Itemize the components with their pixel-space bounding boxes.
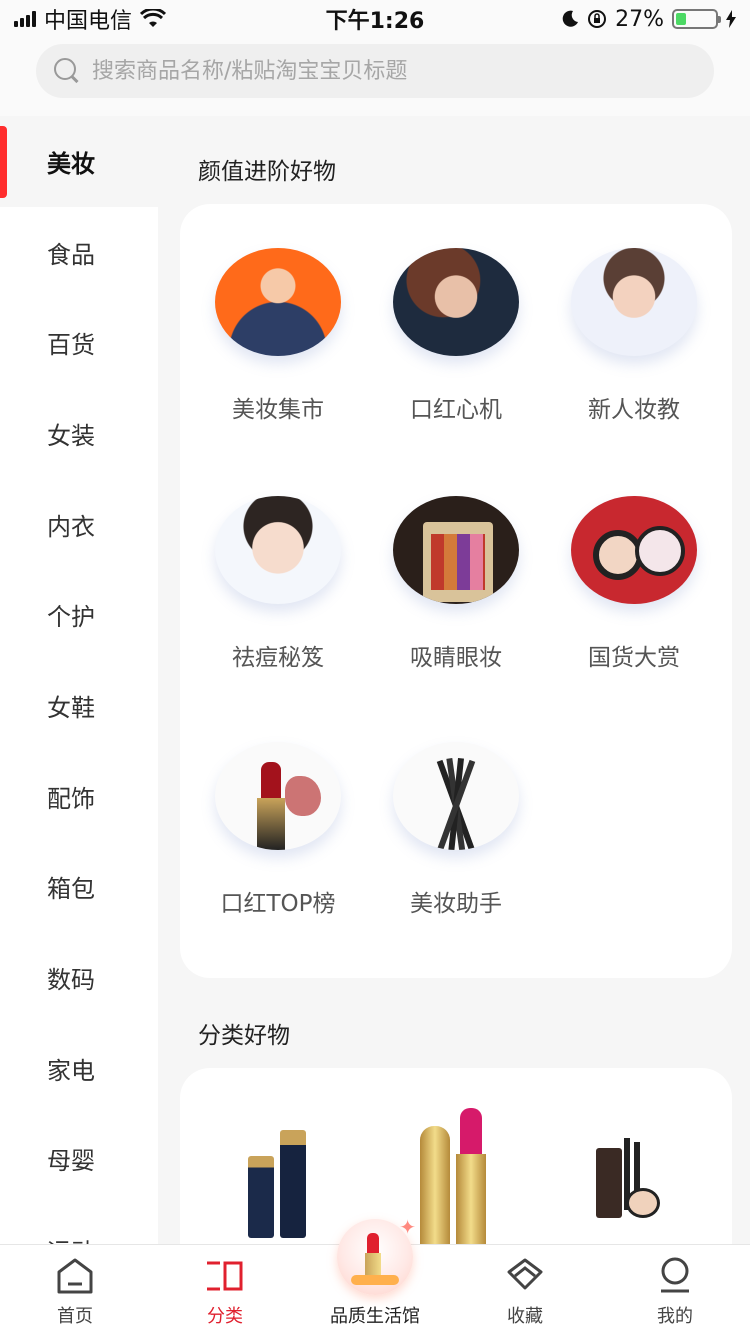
moon-icon <box>562 10 579 27</box>
featured-item-label: 吸睛眼妆 <box>410 645 502 671</box>
sidebar-item-accessories[interactable]: 配饰 <box>0 751 158 842</box>
sidebar-item-baby[interactable]: 母婴 <box>0 1114 158 1205</box>
sidebar-item-beauty[interactable]: 美妆 <box>0 116 158 207</box>
battery-percent: 27% <box>615 6 664 32</box>
bottom-tab-bar: 首页 分类 ✦ 品质生活馆 收藏 我的 <box>0 1215 750 1334</box>
makeup-kit-image[interactable] <box>596 1138 676 1228</box>
sidebar-item-underwear[interactable]: 内衣 <box>0 479 158 570</box>
sidebar-item-label: 女鞋 <box>47 693 95 722</box>
sidebar-item-label: 家电 <box>47 1056 95 1085</box>
featured-item-label: 祛痘秘笈 <box>232 645 324 671</box>
tab-label: 品质生活馆 <box>330 1306 420 1327</box>
gold-lipsticks-image[interactable] <box>416 1108 496 1244</box>
beginner-tutorial-image <box>571 248 697 356</box>
featured-item[interactable]: 口红心机 <box>366 204 546 424</box>
sidebar-item-label: 美妆 <box>47 149 95 178</box>
tab-home[interactable]: 首页 <box>0 1245 150 1334</box>
home-icon <box>57 1258 93 1294</box>
featured-item[interactable]: 美妆助手 <box>366 698 546 918</box>
featured-item[interactable]: 国货大赏 <box>544 452 724 672</box>
makeup-market-image <box>215 248 341 356</box>
foundation-bottles-image[interactable] <box>244 1128 314 1238</box>
featured-item-label: 口红心机 <box>410 397 502 423</box>
sidebar-item-label: 母婴 <box>47 1147 95 1176</box>
category-content: 颜值进阶好物 美妆集市 口红心机 新人妆教 祛痘秘笈 吸睛眼妆 国货大赏 口红T… <box>158 116 750 1244</box>
favorite-icon <box>507 1258 543 1290</box>
tab-label: 首页 <box>57 1306 93 1327</box>
acne-tips-image <box>215 496 341 604</box>
sidebar-item-appliances[interactable]: 家电 <box>0 1023 158 1114</box>
section-title-featured: 颜值进阶好物 <box>198 159 336 185</box>
makeup-brushes-image <box>393 742 519 850</box>
featured-item-label: 美妆助手 <box>410 891 502 917</box>
featured-item-label: 美妆集市 <box>232 397 324 423</box>
sparkle-icon: ✦ <box>399 1215 416 1239</box>
tab-profile[interactable]: 我的 <box>600 1245 750 1334</box>
featured-item[interactable]: 口红TOP榜 <box>188 698 368 918</box>
lipstick-image <box>393 248 519 356</box>
tab-label: 收藏 <box>507 1306 543 1327</box>
sidebar-item-label: 百货 <box>47 331 95 360</box>
eyeshadow-palette-image <box>393 496 519 604</box>
tab-label: 分类 <box>207 1306 243 1327</box>
featured-item[interactable]: 吸睛眼妆 <box>366 452 546 672</box>
featured-card: 美妆集市 口红心机 新人妆教 祛痘秘笈 吸睛眼妆 国货大赏 口红TOP榜 美妆助… <box>180 204 732 978</box>
sidebar-item-label: 食品 <box>47 240 95 269</box>
sidebar-item-womens-wear[interactable]: 女装 <box>0 388 158 479</box>
profile-icon <box>661 1257 689 1293</box>
tab-favorites[interactable]: 收藏 <box>450 1245 600 1334</box>
rotation-lock-icon <box>588 10 607 28</box>
status-bar: 中国电信 下午1:26 27% <box>0 0 750 38</box>
sidebar-item-label: 个护 <box>47 603 95 632</box>
sidebar-item-personal-care[interactable]: 个护 <box>0 569 158 660</box>
lipstick-top-image <box>215 742 341 850</box>
featured-item[interactable]: 新人妆教 <box>544 204 724 424</box>
tab-label: 我的 <box>657 1306 693 1327</box>
featured-item-label: 新人妆教 <box>588 397 680 423</box>
clock: 下午1:26 <box>325 9 425 34</box>
carrier-label: 中国电信 <box>44 9 133 34</box>
search-input[interactable] <box>92 58 652 84</box>
charging-icon <box>726 10 736 28</box>
featured-item[interactable]: 祛痘秘笈 <box>188 452 368 672</box>
sidebar-item-label: 女装 <box>47 421 95 450</box>
tab-quality-life[interactable]: ✦ 品质生活馆 <box>300 1215 450 1334</box>
featured-item[interactable]: 美妆集市 <box>188 204 368 424</box>
sidebar-item-general[interactable]: 百货 <box>0 297 158 388</box>
section-title-category: 分类好物 <box>198 1023 290 1049</box>
wifi-icon <box>140 9 167 27</box>
tab-category[interactable]: 分类 <box>150 1245 300 1334</box>
sidebar-item-bags[interactable]: 箱包 <box>0 842 158 933</box>
category-sidebar: 美妆 食品 百货 女装 内衣 个护 女鞋 配饰 箱包 数码 家电 母婴 运动 <box>0 116 158 1244</box>
sidebar-item-digital[interactable]: 数码 <box>0 932 158 1023</box>
sidebar-item-label: 配饰 <box>47 784 95 813</box>
signal-icon <box>14 11 36 27</box>
sidebar-item-label: 运动 <box>47 1232 95 1244</box>
sidebar-item-womens-shoes[interactable]: 女鞋 <box>0 660 158 751</box>
search-box[interactable] <box>36 44 714 98</box>
sidebar-item-food[interactable]: 食品 <box>0 207 158 298</box>
search-bar-container <box>0 38 750 116</box>
domestic-cushion-image <box>571 496 697 604</box>
sidebar-item-sports[interactable]: 运动 <box>0 1204 158 1244</box>
featured-item-label: 口红TOP榜 <box>220 891 336 917</box>
sidebar-item-label: 箱包 <box>47 875 95 904</box>
sidebar-item-label: 数码 <box>47 966 95 995</box>
featured-item-label: 国货大赏 <box>588 645 680 671</box>
category-products-card <box>180 1068 732 1244</box>
category-icon <box>207 1261 243 1291</box>
search-icon <box>54 58 80 84</box>
battery-icon <box>672 9 721 29</box>
sidebar-item-label: 内衣 <box>47 512 95 541</box>
